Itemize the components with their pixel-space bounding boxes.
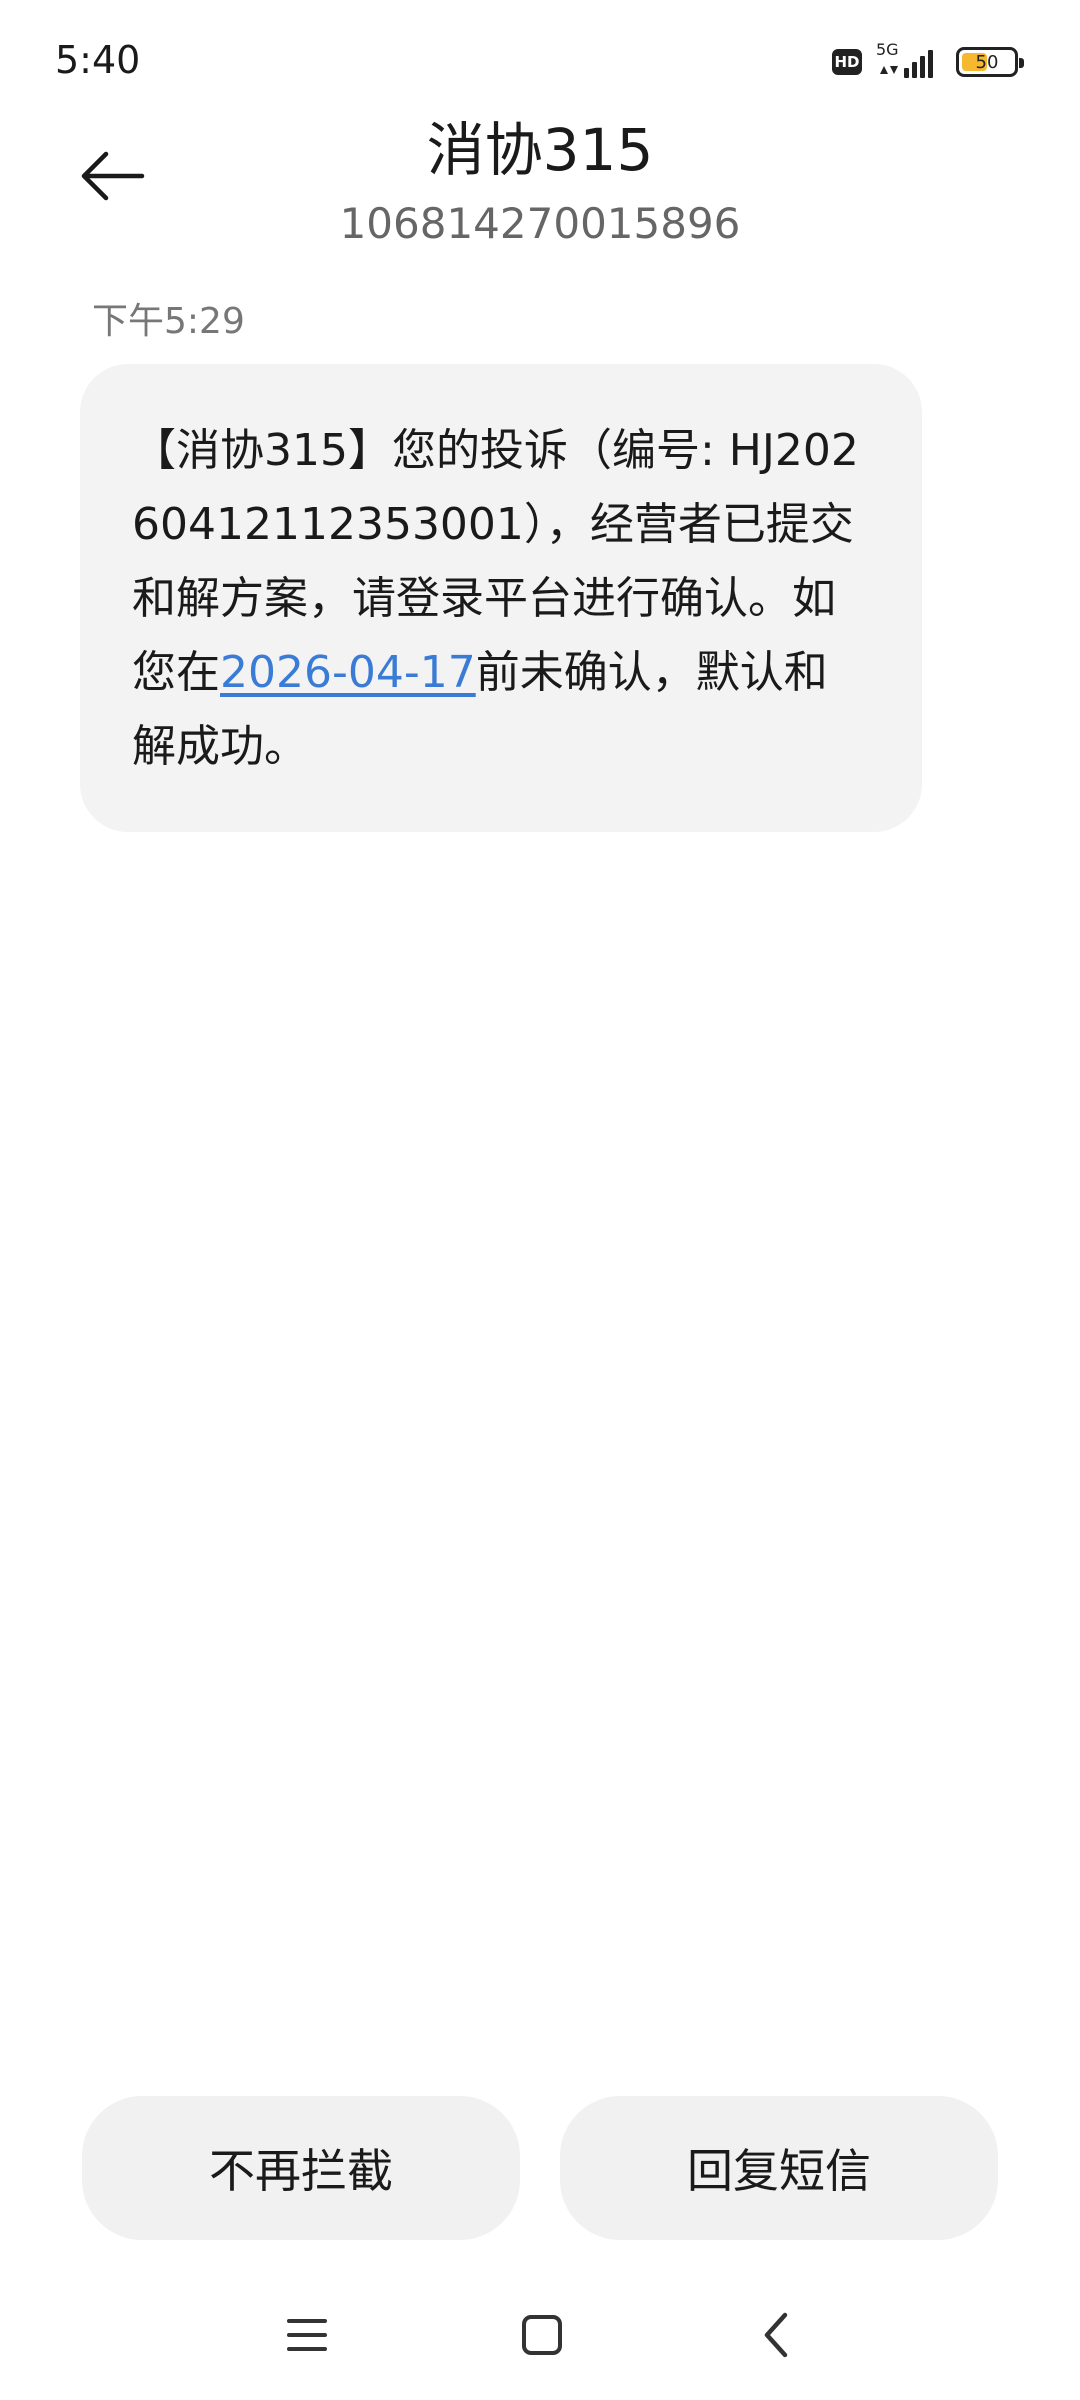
reply-sms-button[interactable]: 回复短信 [560,2096,998,2240]
battery-level: 50 [975,51,999,73]
nav-menu-button[interactable] [262,2290,352,2380]
contact-number: 106814270015896 [339,199,741,248]
contact-name: 消协315 [426,116,654,184]
sms-conversation-screen: 5:40 HD 5G 50 消协315 106814270015896 下午5:… [0,0,1080,2400]
stop-blocking-button[interactable]: 不再拦截 [82,2096,520,2240]
message-timestamp: 下午5:29 [92,301,245,342]
conversation-header: 消协315 106814270015896 [0,110,1080,254]
status-icons: HD 5G 50 [832,40,1024,80]
message-bubble[interactable]: 【消协315】您的投诉（编号: HJ20260412112353001），经营者… [80,364,922,832]
action-bar: 不再拦截 回复短信 [82,2096,998,2240]
date-link[interactable]: 2026-04-17 [220,647,476,698]
nav-home-button[interactable] [497,2290,587,2380]
back-icon [764,2312,788,2358]
signal-icon: 5G [876,40,942,80]
battery-icon: 50 [956,47,1024,77]
menu-icon [287,2319,327,2351]
status-bar: 5:40 HD 5G 50 [0,0,1080,120]
nav-back-button[interactable] [732,2290,822,2380]
hd-icon: HD [832,49,862,75]
home-icon [522,2315,562,2355]
navigation-bar [0,2290,1080,2380]
status-time: 5:40 [55,38,141,82]
